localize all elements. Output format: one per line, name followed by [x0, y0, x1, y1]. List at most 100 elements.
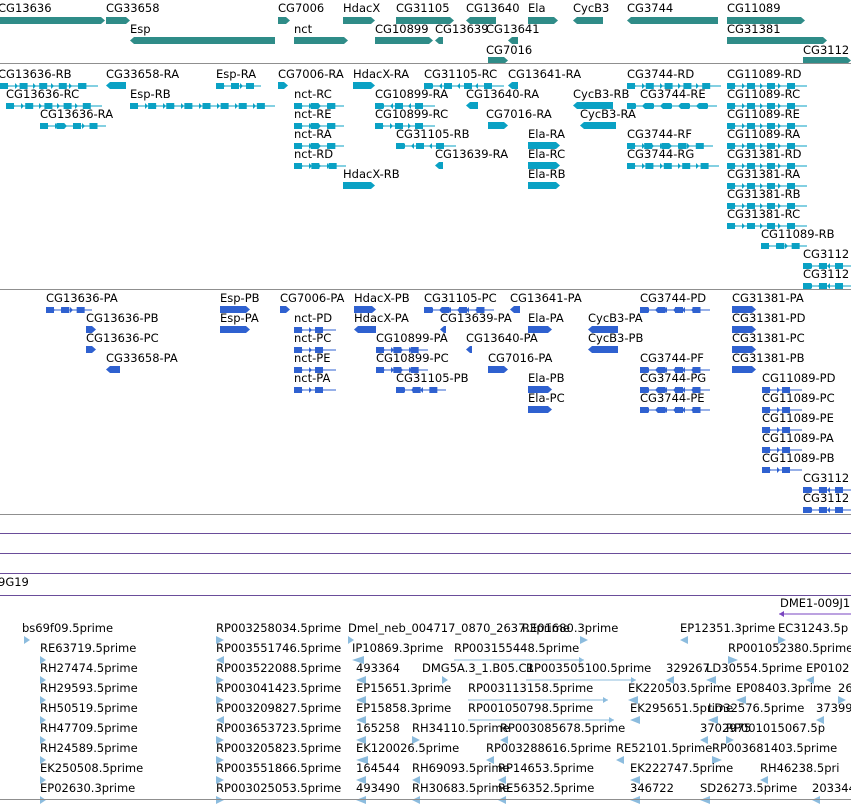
est-label[interactable]: RP003209827.5prime [216, 702, 341, 715]
protein-label[interactable]: CG3112 [803, 472, 849, 485]
transcript-feature[interactable] [623, 162, 723, 170]
protein-label[interactable]: CG31105-PC [424, 292, 497, 305]
est-feature[interactable] [352, 796, 370, 804]
est-label[interactable]: 329267 [666, 662, 710, 675]
protein-label[interactable]: CG11089-PB [762, 452, 835, 465]
gene-feature[interactable] [569, 17, 607, 24]
protein-feature[interactable] [636, 406, 714, 414]
gene-label[interactable]: CG7016 [486, 44, 532, 57]
est-label[interactable]: RP14653.5prime [498, 762, 594, 775]
gene-feature[interactable] [274, 17, 294, 24]
protein-feature[interactable] [392, 386, 450, 394]
transcript-feature[interactable] [524, 182, 564, 189]
est-feature[interactable] [808, 796, 824, 804]
transcript-label[interactable]: Ela-RB [528, 168, 566, 181]
est-label[interactable]: RP003288616.5prime [486, 742, 611, 755]
transcript-label[interactable]: HdacX-RA [353, 68, 409, 81]
transcript-label[interactable]: Ela-RA [528, 128, 565, 141]
protein-label[interactable]: Ela-PC [528, 392, 565, 405]
transcript-label[interactable]: HdacX-RB [343, 168, 400, 181]
gene-label[interactable]: CG3112 [803, 44, 849, 57]
protein-label[interactable]: CycB3-PB [588, 332, 643, 345]
est-label[interactable]: RE63719.5prime [40, 642, 136, 655]
transcript-label[interactable]: CG3112 [803, 268, 849, 281]
est-feature[interactable] [408, 796, 424, 804]
transcript-label[interactable]: Ela-RC [528, 148, 565, 161]
est-label[interactable]: RH50519.5prime [40, 702, 138, 715]
est-label[interactable]: RP003681403.5prime [712, 742, 837, 755]
transcript-label[interactable]: CG11089-RE [727, 108, 800, 121]
protein-label[interactable]: CycB3-PA [588, 312, 643, 325]
gene-label[interactable]: Ela [528, 2, 546, 15]
est-feature[interactable] [36, 796, 50, 804]
transcript-feature[interactable] [126, 102, 279, 110]
protein-label[interactable]: nct-PE [294, 352, 330, 365]
est-label[interactable]: EK222747.5prime [630, 762, 733, 775]
est-label[interactable]: RP003653723.5prime [216, 722, 341, 735]
est-label[interactable]: EP15858.3prime [356, 702, 451, 715]
transcript-label[interactable]: CG31381-RA [727, 168, 800, 181]
transcript-label[interactable]: CG31381-RB [727, 188, 801, 201]
transcript-label[interactable]: CG13636-RA [40, 108, 113, 121]
transcript-feature[interactable] [623, 102, 721, 110]
transcript-feature[interactable] [212, 82, 265, 90]
gene-feature[interactable] [290, 37, 352, 44]
transcript-label[interactable]: CG31381-RD [727, 148, 802, 161]
transcript-label[interactable]: nct-RE [294, 108, 332, 121]
transcript-label[interactable]: CG7016-RA [486, 108, 552, 121]
transcript-label[interactable]: nct-RC [294, 88, 332, 101]
cytoband-label[interactable]: 9G19 [0, 576, 29, 589]
protein-label[interactable]: Esp-PA [220, 312, 259, 325]
protein-label[interactable]: CG31381-PC [732, 332, 805, 345]
est-label[interactable]: RP003041423.5prime [216, 682, 341, 695]
protein-feature[interactable] [584, 346, 622, 353]
est-label[interactable]: RP003505100.5prime [526, 662, 651, 675]
est-label[interactable]: RE56352.5prime [498, 782, 594, 795]
protein-label[interactable]: CG13636-PB [86, 312, 159, 325]
gene-feature[interactable] [431, 37, 447, 44]
protein-label[interactable]: Esp-PB [220, 292, 260, 305]
gene-feature[interactable] [126, 37, 279, 44]
protein-label[interactable]: CG31381-PB [732, 352, 805, 365]
gene-label[interactable]: CG33658 [106, 2, 160, 15]
gene-label[interactable]: CG13641 [486, 23, 540, 36]
est-label[interactable]: DMG5A.3_1.B05.C1 [422, 662, 534, 675]
transcript-label[interactable]: CycB3-RB [573, 88, 629, 101]
est-label[interactable]: RP003258034.5prime [216, 622, 341, 635]
protein-label[interactable]: CG31105-PB [396, 372, 469, 385]
est-label[interactable]: 346722 [630, 782, 674, 795]
est-label[interactable]: RP003025053.5prime [216, 782, 341, 795]
est-label[interactable]: EK120026.5prime [356, 742, 459, 755]
est-label[interactable]: EP12351.3prime [680, 622, 775, 635]
est-label[interactable]: RH29593.5prime [40, 682, 138, 695]
protein-label[interactable]: nct-PA [294, 372, 330, 385]
transcript-label[interactable]: CG11089-RB [761, 228, 835, 241]
gene-label[interactable]: CG31105 [396, 2, 450, 15]
transcript-label[interactable]: Esp-RB [130, 88, 171, 101]
est-label[interactable]: RP003522088.5prime [216, 662, 341, 675]
est-label[interactable]: EP08403.3prime [736, 682, 831, 695]
gene-feature[interactable] [339, 17, 379, 24]
transcript-label[interactable]: nct-RD [294, 148, 333, 161]
transcript-label[interactable]: CG11089-RD [727, 68, 802, 81]
gene-label[interactable]: HdacX [343, 2, 380, 15]
gene-label[interactable]: nct [294, 23, 312, 36]
est-label[interactable]: RP001015067.5p [726, 722, 825, 735]
transcript-label[interactable]: CycB3-RA [580, 108, 636, 121]
protein-feature[interactable] [728, 366, 760, 373]
protein-label[interactable]: nct-PD [294, 312, 332, 325]
est-feature[interactable] [212, 796, 228, 804]
est-label[interactable]: RH69093.5prime [412, 762, 510, 775]
gene-label[interactable]: CycB3 [573, 2, 609, 15]
transcript-feature[interactable] [576, 122, 620, 129]
est-feature[interactable] [626, 796, 644, 804]
est-feature[interactable] [494, 796, 510, 804]
transcript-feature[interactable] [290, 162, 350, 170]
transcript-label[interactable]: Esp-RA [216, 68, 256, 81]
est-feature[interactable] [676, 636, 692, 644]
transcript-feature[interactable] [431, 162, 447, 169]
protein-label[interactable]: CG7016-PA [488, 352, 552, 365]
est-label[interactable]: 37399 [816, 702, 851, 715]
est-label[interactable]: RP001050798.5prime [468, 702, 593, 715]
est-label[interactable]: 203344 [812, 782, 851, 795]
